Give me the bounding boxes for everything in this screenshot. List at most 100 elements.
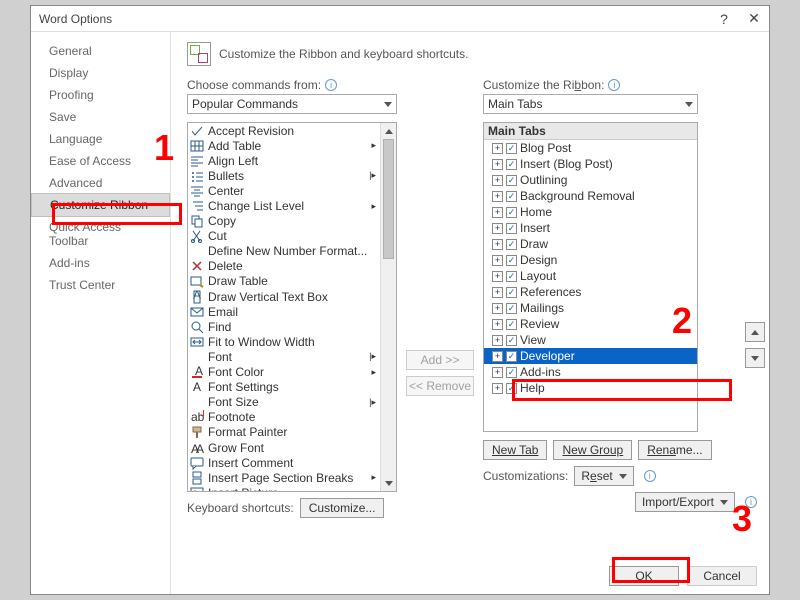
sidebar-item-trust-center[interactable]: Trust Center [31,274,170,296]
expand-icon[interactable]: + [492,159,503,170]
command-item[interactable]: Center [188,183,380,198]
expand-icon[interactable]: + [492,207,503,218]
scrollbar[interactable] [380,123,396,491]
import-export-dropdown[interactable]: Import/Export [635,492,735,512]
command-item[interactable]: Change List Level▸ [188,198,380,213]
tree-node-draw[interactable]: +✓Draw [484,236,697,252]
expand-icon[interactable]: + [492,271,503,282]
scroll-up-button[interactable] [381,123,396,139]
checkbox[interactable]: ✓ [506,287,517,298]
tree-node-insert[interactable]: +✓Insert [484,220,697,236]
expand-icon[interactable]: + [492,255,503,266]
command-item[interactable]: Font Size|▸ [188,395,380,410]
checkbox[interactable]: ✓ [506,351,517,362]
checkbox[interactable]: ✓ [506,303,517,314]
checkbox[interactable]: ✓ [506,255,517,266]
info-icon[interactable]: i [608,79,620,91]
sidebar-item-general[interactable]: General [31,40,170,62]
command-item[interactable]: Find [188,319,380,334]
expand-icon[interactable]: + [492,319,503,330]
tree-node-references[interactable]: +✓References [484,284,697,300]
checkbox[interactable]: ✓ [506,175,517,186]
expand-icon[interactable]: + [492,335,503,346]
info-icon[interactable]: i [644,470,656,482]
checkbox[interactable]: ✓ [506,335,517,346]
command-item[interactable]: ab1Footnote [188,410,380,425]
sidebar-item-language[interactable]: Language [31,128,170,150]
tree-node-mailings[interactable]: +✓Mailings [484,300,697,316]
command-item[interactable]: Align Left [188,153,380,168]
checkbox[interactable]: ✓ [506,319,517,330]
rename-button[interactable]: Rename... [638,440,711,460]
sidebar-item-add-ins[interactable]: Add-ins [31,252,170,274]
expand-icon[interactable]: + [492,367,503,378]
tree-node-background-removal[interactable]: +✓Background Removal [484,188,697,204]
sidebar-item-proofing[interactable]: Proofing [31,84,170,106]
expand-icon[interactable]: + [492,223,503,234]
move-down-button[interactable] [745,348,765,368]
expand-icon[interactable]: + [492,303,503,314]
choose-commands-dropdown[interactable]: Popular Commands [187,94,397,114]
tree-node-design[interactable]: +✓Design [484,252,697,268]
command-item[interactable]: Fit to Window Width [188,334,380,349]
command-item[interactable]: Bullets|▸ [188,168,380,183]
commands-listbox[interactable]: Accept RevisionAdd Table▸Align LeftBulle… [187,122,397,492]
command-item[interactable]: AAGrow Font [188,440,380,455]
command-item[interactable]: Define New Number Format... [188,244,380,259]
command-item[interactable]: Insert Comment [188,455,380,470]
cancel-button[interactable]: Cancel [687,566,757,586]
command-item[interactable]: Font|▸ [188,349,380,364]
scroll-thumb[interactable] [383,139,394,259]
close-button[interactable]: ✕ [739,10,769,27]
tree-node-insert-blog-post-[interactable]: +✓Insert (Blog Post) [484,156,697,172]
tree-node-blog-post[interactable]: +✓Blog Post [484,140,697,156]
command-item[interactable]: ADraw Vertical Text Box [188,289,380,304]
tree-node-home[interactable]: +✓Home [484,204,697,220]
expand-icon[interactable]: + [492,383,503,394]
info-icon[interactable]: i [325,79,337,91]
command-item[interactable]: AFont Settings [188,380,380,395]
command-item[interactable]: Accept Revision [188,123,380,138]
command-item[interactable]: Delete [188,259,380,274]
add-button[interactable]: Add >> [406,350,474,370]
scroll-down-button[interactable] [381,475,396,491]
move-up-button[interactable] [745,322,765,342]
checkbox[interactable]: ✓ [506,271,517,282]
checkbox[interactable]: ✓ [506,207,517,218]
help-button[interactable]: ? [709,11,739,27]
command-item[interactable]: Insert Page Section Breaks▸ [188,470,380,485]
command-item[interactable]: Email [188,304,380,319]
customize-keyboard-button[interactable]: Customize... [300,498,385,518]
tree-node-add-ins[interactable]: +✓Add-ins [484,364,697,380]
tree-node-developer[interactable]: +✓Developer [484,348,697,364]
checkbox[interactable]: ✓ [506,143,517,154]
expand-icon[interactable]: + [492,191,503,202]
tree-node-review[interactable]: +✓Review [484,316,697,332]
expand-icon[interactable]: + [492,143,503,154]
tree-node-view[interactable]: +✓View [484,332,697,348]
expand-icon[interactable]: + [492,287,503,298]
reset-dropdown[interactable]: Reset [574,466,633,486]
tree-node-outlining[interactable]: +✓Outlining [484,172,697,188]
checkbox[interactable]: ✓ [506,367,517,378]
sidebar-item-display[interactable]: Display [31,62,170,84]
command-item[interactable]: Cut [188,229,380,244]
command-item[interactable]: Format Painter [188,425,380,440]
expand-icon[interactable]: + [492,351,503,362]
tree-node-layout[interactable]: +✓Layout [484,268,697,284]
sidebar-item-advanced[interactable]: Advanced [31,172,170,194]
checkbox[interactable]: ✓ [506,159,517,170]
command-item[interactable]: Insert Picture [188,485,380,491]
command-item[interactable]: AFont Color▸ [188,365,380,380]
expand-icon[interactable]: + [492,175,503,186]
new-tab-button[interactable]: New Tab [483,440,547,460]
command-item[interactable]: Draw Table [188,274,380,289]
checkbox[interactable]: ✓ [506,223,517,234]
checkbox[interactable]: ✓ [506,239,517,250]
checkbox[interactable]: ✓ [506,191,517,202]
new-group-button[interactable]: New Group [553,440,632,460]
remove-button[interactable]: << Remove [406,376,474,396]
sidebar-item-ease-of-access[interactable]: Ease of Access [31,150,170,172]
ribbon-scope-dropdown[interactable]: Main Tabs [483,94,698,114]
command-item[interactable]: Add Table▸ [188,138,380,153]
